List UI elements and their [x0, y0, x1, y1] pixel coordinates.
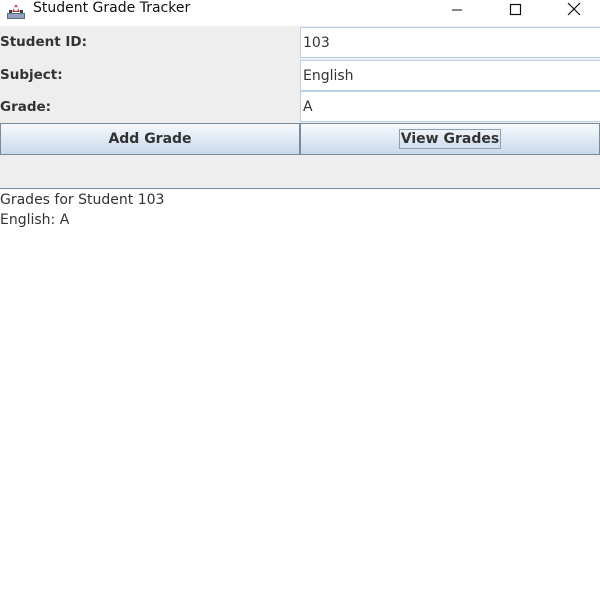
grade-label: Grade: [0, 99, 52, 115]
student-id-field[interactable] [300, 27, 600, 58]
java-app-icon[interactable] [6, 2, 26, 20]
grade-field[interactable] [300, 91, 600, 122]
subject-label: Subject: [0, 67, 63, 83]
minimize-icon [451, 1, 463, 20]
add-grade-button[interactable]: Add Grade [0, 123, 300, 155]
minimize-button[interactable] [434, 0, 480, 20]
maximize-button[interactable] [492, 0, 538, 20]
view-grades-button[interactable]: View Grades [300, 123, 600, 155]
form-panel: Student ID: Subject: Grade: Add Grade Vi… [0, 26, 600, 189]
grades-output-area[interactable]: Grades for Student 103 English: A [0, 190, 600, 595]
output-line-grade: English: A [0, 212, 70, 228]
title-bar[interactable]: Student Grade Tracker [0, 0, 600, 26]
subject-field[interactable] [300, 60, 600, 91]
app-window: Student Grade Tracker Student ID: 103 Su… [0, 0, 600, 595]
window-title: Student Grade Tracker [33, 0, 191, 16]
student-id-label: Student ID: [0, 34, 87, 50]
close-icon [567, 1, 581, 20]
close-button[interactable] [551, 0, 597, 20]
output-line-header: Grades for Student 103 [0, 192, 165, 208]
view-grades-label: View Grades [398, 129, 502, 149]
maximize-icon [509, 1, 522, 20]
